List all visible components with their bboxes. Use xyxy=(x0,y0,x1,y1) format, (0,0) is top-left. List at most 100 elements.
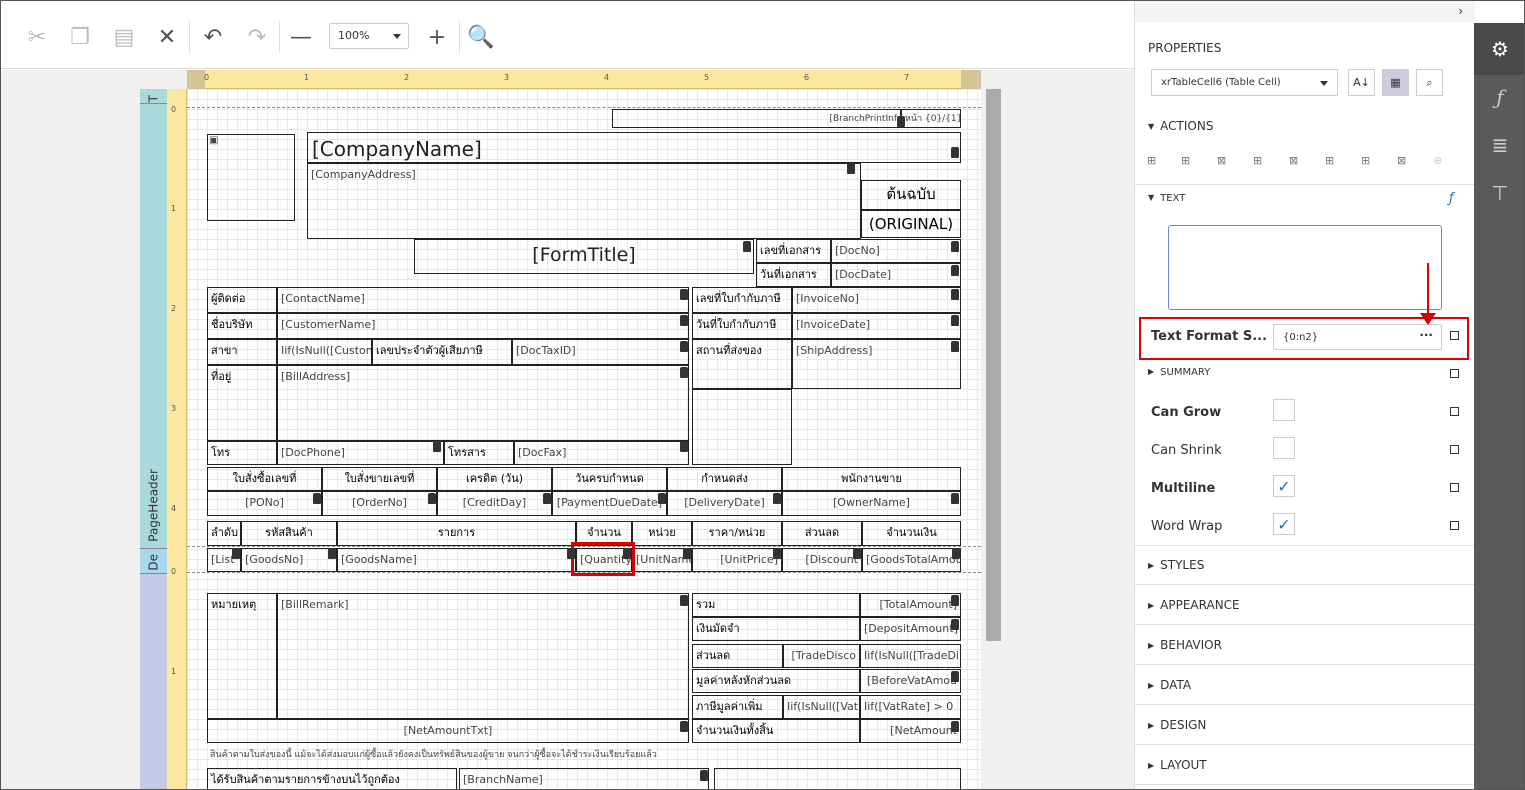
redo-icon[interactable]: ↷ xyxy=(241,21,273,53)
original-th-cell[interactable]: ต้นฉบับ xyxy=(861,180,961,210)
gear-icon[interactable]: ⚙ xyxy=(1474,23,1524,75)
doc-no-cell[interactable]: [DocNo] xyxy=(831,239,961,263)
fax-cell[interactable]: [DocFax] xyxy=(514,441,689,465)
section-text[interactable]: ▼ TEXT xyxy=(1148,193,1185,204)
delete-cell-icon[interactable]: ⊠ xyxy=(1397,154,1406,167)
section-actions[interactable]: ▼ ACTIONS xyxy=(1148,119,1213,133)
company-address-cell[interactable]: [CompanyAddress] xyxy=(307,163,861,239)
cut-icon[interactable]: ✂ xyxy=(21,21,53,53)
preview-icon[interactable]: 🔍 xyxy=(465,21,497,53)
delete-column-icon[interactable]: ⊠ xyxy=(1289,154,1298,167)
item-header[interactable]: รายการ xyxy=(337,521,576,546)
band-footer[interactable] xyxy=(140,574,167,789)
address-cell[interactable]: [BillAddress] xyxy=(277,365,689,441)
invoice-no-cell[interactable]: [InvoiceNo] xyxy=(792,287,961,313)
ship-label[interactable]: สถานที่ส่งของ xyxy=(692,339,792,389)
empty-cell[interactable] xyxy=(692,389,792,465)
insert-column-right-icon[interactable]: ⊞ xyxy=(1361,154,1370,167)
discount-cell[interactable]: [TradeDisco xyxy=(783,644,860,668)
band-page-header[interactable]: PageHeader xyxy=(140,104,167,549)
order-header[interactable]: ใบสั่งขายเลขที่ xyxy=(322,467,437,491)
text-value-input[interactable] xyxy=(1168,225,1442,310)
discount-expr-cell[interactable]: Iif(IsNull([TradeDi xyxy=(860,644,961,668)
order-header[interactable]: กำหนดส่ง xyxy=(667,467,782,491)
undo-icon[interactable]: ↶ xyxy=(197,21,229,53)
property-marker[interactable] xyxy=(1450,445,1459,454)
vat-expr-cell[interactable]: Iif([VatRate] > 0 xyxy=(860,695,961,719)
contact-label[interactable]: ผู้ติดต่อ xyxy=(207,287,277,313)
signature-box[interactable] xyxy=(714,768,961,789)
property-marker[interactable] xyxy=(1450,331,1459,340)
before-vat-label[interactable]: มูลค่าหลังหักส่วนลด xyxy=(692,669,860,693)
insert-cell-icon[interactable]: ⊞ xyxy=(1325,154,1334,167)
order-value[interactable]: [OrderNo] xyxy=(322,491,437,516)
section-styles[interactable]: ▶ STYLES xyxy=(1148,558,1204,572)
sort-az-icon[interactable]: A↓ xyxy=(1348,69,1375,96)
component-select[interactable]: xrTableCell6 (Table Cell) xyxy=(1151,69,1338,96)
section-design[interactable]: ▶ DESIGN xyxy=(1148,718,1206,732)
delete-icon[interactable]: ✕ xyxy=(151,21,183,53)
order-value[interactable]: [DeliveryDate] xyxy=(667,491,782,516)
section-summary[interactable]: ▶ SUMMARY xyxy=(1148,367,1210,378)
ship-cell[interactable]: [ShipAddress] xyxy=(792,339,961,389)
multiline-checkbox[interactable]: ✓ xyxy=(1273,475,1295,497)
form-title-cell[interactable]: [FormTitle] xyxy=(414,239,754,274)
order-value[interactable]: [PONo] xyxy=(207,491,322,516)
section-data[interactable]: ▶ DATA xyxy=(1148,678,1191,692)
report-explorer-icon[interactable]: ⊤ xyxy=(1474,167,1524,219)
report-page[interactable]: [BranchPrintInf หน้า {0}/{1} ▣ [CompanyN… xyxy=(187,89,981,789)
item-header[interactable]: ส่วนลด xyxy=(782,521,862,546)
remark-label[interactable]: หมายเหตุ xyxy=(207,593,277,719)
net-cell[interactable]: [NetAmount xyxy=(860,719,961,743)
notice-text[interactable]: สินค้าตามใบส่งของนี้ แม้จะได้ส่งมอบแก่ผู… xyxy=(207,746,961,766)
remark-cell[interactable]: [BillRemark] xyxy=(277,593,689,719)
taxid-cell[interactable]: [DocTaxID] xyxy=(512,339,689,365)
property-marker[interactable] xyxy=(1450,369,1459,378)
design-surface[interactable]: 0 1 2 3 4 5 6 7 T PageHeader De 0 1 2 3 … xyxy=(1,70,1134,789)
chevron-right-icon[interactable]: › xyxy=(1458,4,1463,18)
paste-icon[interactable]: ▤ xyxy=(108,21,140,53)
phone-label[interactable]: โทร xyxy=(207,441,277,465)
logo-picture[interactable]: ▣ xyxy=(207,134,295,221)
item-header[interactable]: จำนวนเงิน xyxy=(862,521,961,546)
deposit-label[interactable]: เงินมัดจำ xyxy=(692,617,860,641)
deposit-cell[interactable]: [DepositAmount] xyxy=(860,617,961,641)
word-wrap-checkbox[interactable]: ✓ xyxy=(1273,513,1295,535)
item-value[interactable]: [GoodsTotalAmou xyxy=(862,548,961,572)
text-format-input[interactable]: {0:n2} ··· xyxy=(1273,324,1442,350)
company-name-cell[interactable]: [CompanyName] xyxy=(307,132,961,163)
item-value[interactable]: [GoodsName] xyxy=(337,548,576,572)
vat-cell[interactable]: Iif(IsNull([Vat xyxy=(783,695,860,719)
order-header[interactable]: วันครบกำหนด xyxy=(552,467,667,491)
insert-row-above-icon[interactable]: ⊞ xyxy=(1147,154,1156,167)
band-top-margin[interactable]: T xyxy=(140,89,167,104)
address-label[interactable]: ที่อยู่ xyxy=(207,365,277,441)
order-value[interactable]: [OwnerName] xyxy=(782,491,961,516)
item-value[interactable]: [Discount xyxy=(782,548,862,572)
branch-cell[interactable]: Iif(IsNull([Custon xyxy=(277,339,372,365)
item-header[interactable]: หน่วย xyxy=(632,521,692,546)
invoice-date-label[interactable]: วันที่ใบกำกับภาษี xyxy=(692,313,792,339)
taxid-label[interactable]: เลขประจำตัวผู้เสียภาษี xyxy=(372,339,512,365)
customer-cell[interactable]: [CustomerName] xyxy=(277,313,689,339)
doc-date-cell[interactable]: [DocDate] xyxy=(831,263,961,287)
can-grow-checkbox[interactable] xyxy=(1273,399,1295,421)
fax-label[interactable]: โทรสาร xyxy=(444,441,514,465)
vat-label[interactable]: ภาษีมูลค่าเพิ่ม xyxy=(692,695,783,719)
insert-column-left-icon[interactable]: ⊞ xyxy=(1253,154,1262,167)
order-header[interactable]: เครดิต (วัน) xyxy=(437,467,552,491)
insert-row-below-icon[interactable]: ⊞ xyxy=(1181,154,1190,167)
branch-name-cell[interactable]: [BranchName] xyxy=(459,768,709,789)
item-header[interactable]: ลำดับ xyxy=(207,521,241,546)
invoice-date-cell[interactable]: [InvoiceDate] xyxy=(792,313,961,339)
section-appearance[interactable]: ▶ APPEARANCE xyxy=(1148,598,1240,612)
order-header[interactable]: พนักงานขาย xyxy=(782,467,961,491)
search-icon[interactable]: ⌕ xyxy=(1416,69,1443,96)
merge-cells-icon[interactable]: ⊕ xyxy=(1433,154,1442,167)
invoice-no-label[interactable]: เลขที่ใบกำกับภาษี xyxy=(692,287,792,313)
customer-label[interactable]: ชื่อบริษัท xyxy=(207,313,277,339)
doc-date-label[interactable]: วันที่เอกสาร xyxy=(756,263,831,287)
item-header[interactable]: ราคา/หน่วย xyxy=(692,521,782,546)
page-number-cell[interactable]: หน้า {0}/{1} xyxy=(901,109,961,128)
can-shrink-checkbox[interactable] xyxy=(1273,437,1295,459)
